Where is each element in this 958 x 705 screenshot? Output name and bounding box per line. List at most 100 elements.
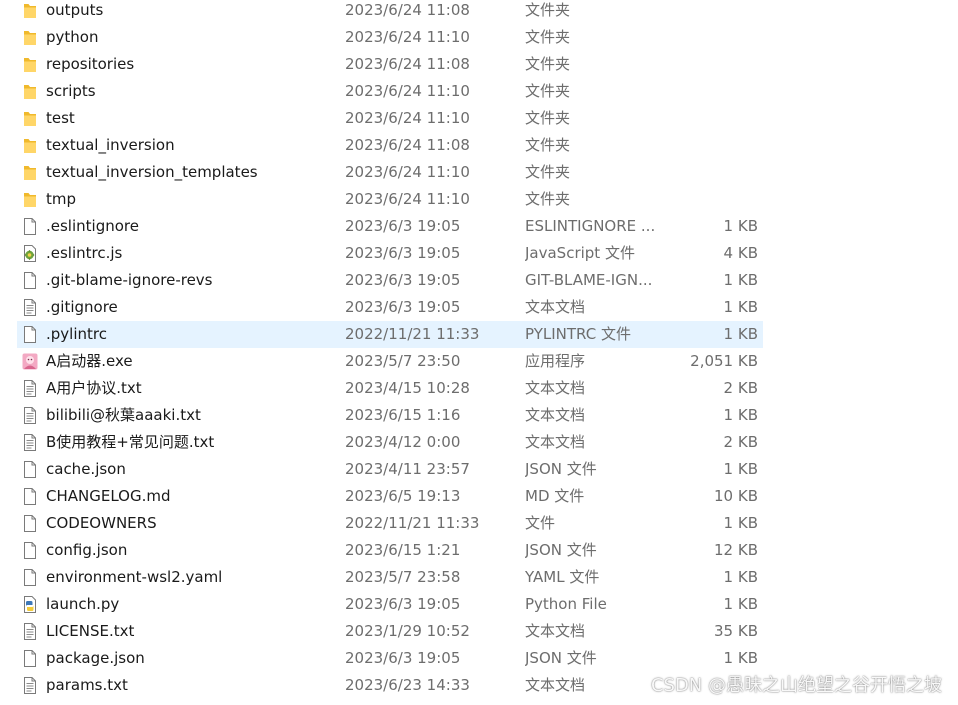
file-type: 文本文档: [525, 622, 586, 640]
file-type: GIT-BLAME-IGN...: [525, 271, 653, 289]
file-type: 文件夹: [525, 1, 571, 19]
file-size: 12 KB: [714, 541, 758, 559]
file-type: 文本文档: [525, 676, 586, 694]
file-row[interactable]: CODEOWNERS 2022/11/21 11:33 文件 1 KB: [0, 510, 958, 537]
blank-file-icon: [21, 514, 39, 533]
folder-icon: [21, 109, 39, 128]
file-name: package.json: [46, 649, 145, 667]
file-size: 1 KB: [723, 325, 758, 343]
file-date-modified: 2023/6/24 11:08: [345, 55, 470, 73]
file-date-modified: 2023/6/23 14:33: [345, 676, 470, 694]
file-row[interactable]: package.json 2023/6/3 19:05 JSON 文件 1 KB: [0, 645, 958, 672]
file-date-modified: 2023/6/24 11:08: [345, 136, 470, 154]
blank-file-icon: [21, 487, 39, 506]
file-size: [660, 186, 758, 213]
file-row[interactable]: scripts 2023/6/24 11:10 文件夹: [0, 78, 958, 105]
file-date-modified: 2023/4/11 23:57: [345, 460, 470, 478]
file-type: 文本文档: [525, 433, 586, 451]
file-row[interactable]: CHANGELOG.md 2023/6/5 19:13 MD 文件 10 KB: [0, 483, 958, 510]
file-row[interactable]: textual_inversion 2023/6/24 11:08 文件夹: [0, 132, 958, 159]
file-date-modified: 2023/6/5 19:13: [345, 487, 461, 505]
file-row[interactable]: .gitignore 2023/6/3 19:05 文本文档 1 KB: [0, 294, 958, 321]
file-date-modified: 2023/6/15 1:16: [345, 406, 461, 424]
text-file-icon: [21, 379, 39, 398]
file-type: 文件夹: [525, 55, 571, 73]
file-row[interactable]: A用户协议.txt 2023/4/15 10:28 文本文档 2 KB: [0, 375, 958, 402]
file-name: outputs: [46, 1, 104, 19]
file-row[interactable]: tmp 2023/6/24 11:10 文件夹: [0, 186, 958, 213]
file-name: A用户协议.txt: [46, 379, 142, 397]
file-row[interactable]: python 2023/6/24 11:10 文件夹: [0, 24, 958, 51]
file-row[interactable]: .git-blame-ignore-revs 2023/6/3 19:05 GI…: [0, 267, 958, 294]
file-name: .eslintignore: [46, 217, 139, 235]
file-size: 2 KB: [723, 379, 758, 397]
file-row[interactable]: B使用教程+常见问题.txt 2023/4/12 0:00 文本文档 2 KB: [0, 429, 958, 456]
file-type: 文件夹: [525, 109, 571, 127]
file-name: scripts: [46, 82, 96, 100]
file-row[interactable]: LICENSE.txt 2023/1/29 10:52 文本文档 35 KB: [0, 618, 958, 645]
file-name: CHANGELOG.md: [46, 487, 171, 505]
file-type: JSON 文件: [525, 649, 597, 667]
file-date-modified: 2023/6/3 19:05: [345, 271, 461, 289]
file-name: cache.json: [46, 460, 126, 478]
file-row[interactable]: .pylintrc 2022/11/21 11:33 PYLINTRC 文件 1…: [0, 321, 958, 348]
file-date-modified: 2023/6/3 19:05: [345, 244, 461, 262]
blank-file-icon: [21, 568, 39, 587]
file-row[interactable]: launch.py 2023/6/3 19:05 Python File 1 K…: [0, 591, 958, 618]
folder-icon: [21, 55, 39, 74]
file-row[interactable]: .eslintignore 2023/6/3 19:05 ESLINTIGNOR…: [0, 213, 958, 240]
file-name: textual_inversion_templates: [46, 163, 258, 181]
file-row[interactable]: cache.json 2023/4/11 23:57 JSON 文件 1 KB: [0, 456, 958, 483]
file-name: environment-wsl2.yaml: [46, 568, 223, 586]
file-size: 4 KB: [723, 244, 758, 262]
file-size: 1 KB: [723, 298, 758, 316]
file-type: 文本文档: [525, 379, 586, 397]
file-name: .eslintrc.js: [46, 244, 123, 262]
file-size: 1 KB: [723, 649, 758, 667]
file-row[interactable]: .eslintrc.js 2023/6/3 19:05 JavaScript 文…: [0, 240, 958, 267]
file-size: [660, 159, 758, 186]
app-exe-icon: [21, 352, 39, 371]
text-file-icon: [21, 622, 39, 641]
file-size: 1 KB: [723, 406, 758, 424]
file-list: outputs 2023/6/24 11:08 文件夹 python 2023/…: [0, 0, 958, 699]
file-date-modified: 2022/11/21 11:33: [345, 514, 480, 532]
folder-icon: [21, 28, 39, 47]
file-size: 1 KB: [723, 217, 758, 235]
file-size: [660, 0, 758, 24]
file-row[interactable]: outputs 2023/6/24 11:08 文件夹: [0, 0, 958, 24]
file-row[interactable]: test 2023/6/24 11:10 文件夹: [0, 105, 958, 132]
file-row[interactable]: environment-wsl2.yaml 2023/5/7 23:58 YAM…: [0, 564, 958, 591]
file-name: bilibili@秋葉aaaki.txt: [46, 406, 201, 424]
file-name: test: [46, 109, 75, 127]
file-name: B使用教程+常见问题.txt: [46, 433, 215, 451]
file-type: 文件夹: [525, 190, 571, 208]
text-file-icon: [21, 298, 39, 317]
file-date-modified: 2023/6/3 19:05: [345, 217, 461, 235]
file-date-modified: 2023/1/29 10:52: [345, 622, 470, 640]
text-file-icon: [21, 433, 39, 452]
file-row[interactable]: A启动器.exe 2023/5/7 23:50 应用程序 2,051 KB: [0, 348, 958, 375]
folder-icon: [21, 82, 39, 101]
file-type: 文件夹: [525, 28, 571, 46]
file-size: 2,051 KB: [690, 352, 758, 370]
script-file-icon: [21, 244, 39, 263]
file-size: [660, 51, 758, 78]
blank-file-icon: [21, 217, 39, 236]
file-name: config.json: [46, 541, 128, 559]
file-name: launch.py: [46, 595, 120, 613]
file-name: .git-blame-ignore-revs: [46, 271, 213, 289]
file-row[interactable]: repositories 2023/6/24 11:08 文件夹: [0, 51, 958, 78]
file-name: .pylintrc: [46, 325, 107, 343]
file-row[interactable]: textual_inversion_templates 2023/6/24 11…: [0, 159, 958, 186]
file-date-modified: 2023/4/12 0:00: [345, 433, 461, 451]
blank-file-icon: [21, 325, 39, 344]
blank-file-icon: [21, 271, 39, 290]
file-row[interactable]: config.json 2023/6/15 1:21 JSON 文件 12 KB: [0, 537, 958, 564]
file-name: textual_inversion: [46, 136, 175, 154]
file-type: 文件夹: [525, 163, 571, 181]
file-row[interactable]: bilibili@秋葉aaaki.txt 2023/6/15 1:16 文本文档…: [0, 402, 958, 429]
file-date-modified: 2023/6/24 11:10: [345, 82, 470, 100]
file-name: A启动器.exe: [46, 352, 133, 370]
file-size: [660, 78, 758, 105]
